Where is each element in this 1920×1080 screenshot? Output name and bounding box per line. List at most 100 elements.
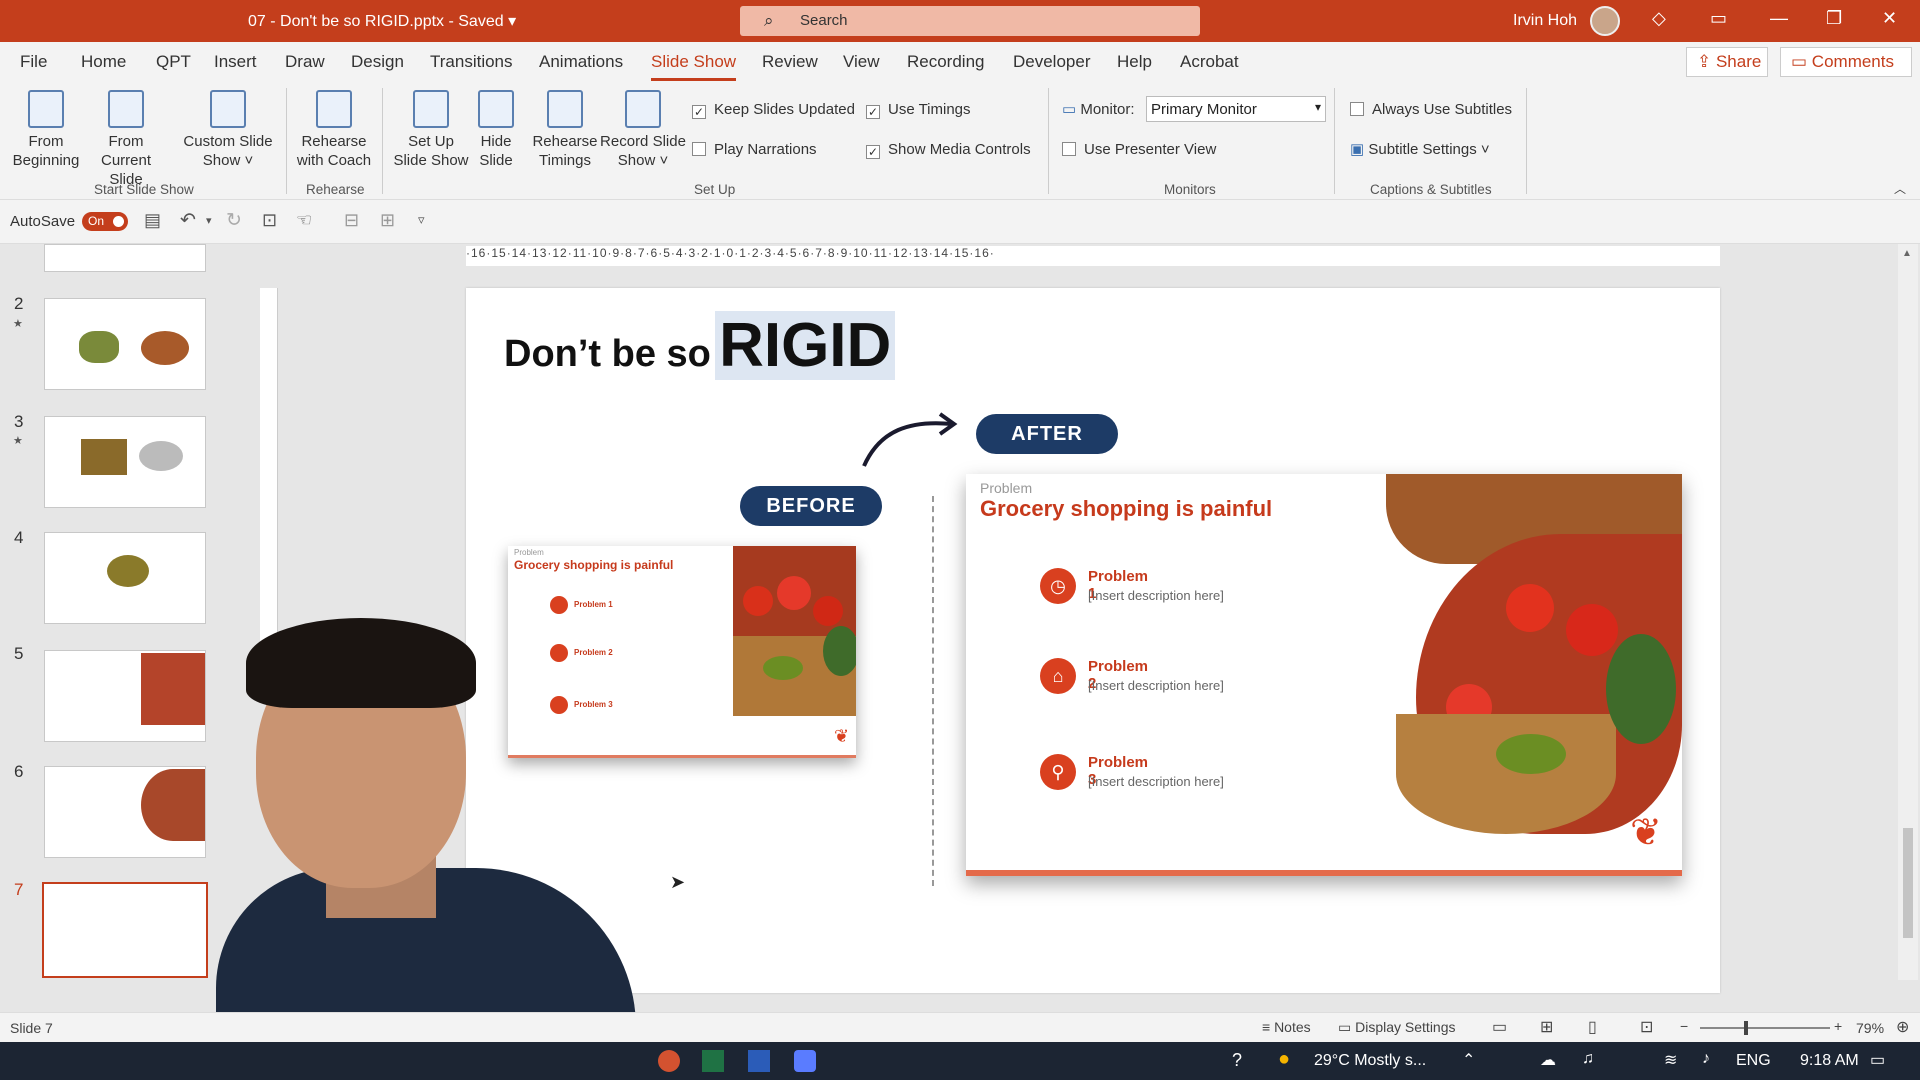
normal-view-icon[interactable]: ▭	[1492, 1017, 1507, 1037]
tab-home[interactable]: Home	[81, 52, 126, 72]
rehearse-timings-button[interactable]: Rehearse Timings	[530, 90, 600, 170]
thumb-shape	[139, 441, 183, 471]
touch-icon[interactable]: ☜	[296, 210, 312, 231]
user-name[interactable]: Irvin Hoh	[1513, 12, 1577, 30]
help-icon[interactable]: ?	[1232, 1050, 1242, 1071]
pepper-shape	[1496, 734, 1566, 774]
save-icon[interactable]: ▤	[144, 210, 161, 231]
setup-show-button[interactable]: Set Up Slide Show	[390, 90, 472, 170]
slide-thumbnail[interactable]	[44, 416, 206, 508]
powerpoint-app-icon[interactable]	[658, 1050, 680, 1072]
from-beginning-button[interactable]: From Beginning	[8, 90, 84, 170]
problem-desc: [Insert description here]	[1088, 588, 1224, 603]
search-box[interactable]: ⌕ Search	[740, 6, 1200, 36]
mic-icon[interactable]: ♫	[1582, 1050, 1594, 1068]
undo-icon[interactable]: ↶	[180, 209, 196, 232]
tab-recording[interactable]: Recording	[907, 52, 985, 72]
notification-icon[interactable]: ▭	[1870, 1050, 1885, 1070]
restore-icon[interactable]: ❐	[1826, 8, 1842, 29]
slide-thumbnail-selected[interactable]	[42, 882, 208, 978]
tab-file[interactable]: File	[20, 52, 47, 72]
zoom-level[interactable]: 79%	[1856, 1020, 1884, 1036]
scroll-thumb[interactable]	[1903, 828, 1913, 938]
tab-draw[interactable]: Draw	[285, 52, 325, 72]
distribute-icon[interactable]: ⊞	[380, 210, 395, 231]
slide-canvas[interactable]: Don’t be so RIGID AFTER BEFORE Problem G…	[466, 288, 1720, 993]
from-current-button[interactable]: From Current Slide	[84, 90, 168, 189]
diamond-icon[interactable]: ◇	[1652, 8, 1666, 29]
volume-icon[interactable]: ♪	[1702, 1050, 1710, 1068]
document-title[interactable]: 07 - Don't be so RIGID.pptx - Saved ▾	[248, 11, 516, 31]
tab-transitions[interactable]: Transitions	[430, 52, 513, 72]
customize-qat-icon[interactable]: ▿	[418, 212, 425, 228]
custom-show-button[interactable]: Custom Slide Show ˅	[180, 90, 276, 170]
setup-show-label: Set Up Slide Show	[393, 133, 469, 169]
cloud-icon[interactable]: ☁	[1540, 1050, 1556, 1070]
slideshow-view-icon[interactable]: ⊡	[1640, 1017, 1653, 1037]
clock-time[interactable]: 9:18 AM	[1800, 1052, 1859, 1070]
zoom-slider[interactable]	[1700, 1021, 1830, 1035]
keep-updated-checkbox[interactable]: ✓ Keep Slides Updated	[692, 101, 855, 119]
tab-acrobat[interactable]: Acrobat	[1180, 52, 1239, 72]
vertical-scrollbar[interactable]: ▲	[1898, 244, 1918, 980]
tab-qpt[interactable]: QPT	[156, 52, 191, 72]
tab-view[interactable]: View	[843, 52, 880, 72]
thumb-food	[107, 555, 149, 587]
tray-expand-icon[interactable]: ⌃	[1462, 1050, 1475, 1070]
close-icon[interactable]: ✕	[1882, 8, 1897, 29]
presenter-view-label: Use Presenter View	[1084, 141, 1217, 158]
always-subtitles-checkbox[interactable]: Always Use Subtitles	[1350, 101, 1512, 118]
use-timings-checkbox[interactable]: ✓ Use Timings	[866, 101, 971, 119]
minimize-icon[interactable]: —	[1770, 8, 1788, 29]
slide-thumbnail[interactable]	[44, 766, 206, 858]
play-narrations-checkbox[interactable]: Play Narrations	[692, 141, 817, 158]
scroll-up-icon[interactable]: ▲	[1902, 248, 1912, 259]
tab-slide-show[interactable]: Slide Show	[651, 52, 737, 81]
presenter-view-checkbox[interactable]: Use Presenter View	[1062, 141, 1216, 158]
app-icon[interactable]	[794, 1050, 816, 1072]
ribbon-display-icon[interactable]: ▭	[1710, 8, 1727, 29]
zoom-out-icon[interactable]: −	[1680, 1018, 1688, 1034]
tab-developer[interactable]: Developer	[1013, 52, 1091, 72]
show-media-checkbox[interactable]: ✓ Show Media Controls	[866, 141, 1031, 159]
wifi-icon[interactable]: ≋	[1664, 1050, 1677, 1070]
tab-help[interactable]: Help	[1117, 52, 1152, 72]
comments-button[interactable]: ▭ Comments	[1780, 47, 1912, 77]
word-app-icon[interactable]	[748, 1050, 770, 1072]
excel-app-icon[interactable]	[702, 1050, 724, 1072]
avatar[interactable]	[1590, 6, 1620, 36]
weather-icon: ●	[1278, 1048, 1291, 1070]
subtitle-settings-button[interactable]: ▣ Subtitle Settings ˅	[1350, 140, 1490, 158]
group-rehearse: Rehearse	[306, 182, 365, 197]
slide-title[interactable]: Don’t be so RIGID	[504, 310, 896, 381]
slide-thumbnail[interactable]	[44, 532, 206, 624]
tab-review[interactable]: Review	[762, 52, 818, 72]
weather-text[interactable]: 29°C Mostly s...	[1314, 1052, 1426, 1070]
autosave-toggle[interactable]: On	[82, 212, 128, 231]
slide-thumbnail[interactable]	[44, 244, 206, 272]
slide-sorter-icon[interactable]: ⊞	[1540, 1017, 1553, 1037]
monitor-select[interactable]: Primary Monitor ▾	[1146, 96, 1326, 122]
record-show-button[interactable]: Record Slide Show ˅	[600, 90, 686, 170]
zoom-in-icon[interactable]: +	[1834, 1018, 1842, 1034]
slide-thumbnail[interactable]	[44, 298, 206, 390]
notes-icon: ≡	[1262, 1019, 1275, 1035]
present-icon[interactable]: ⊡	[262, 210, 277, 231]
chevron-down-icon[interactable]: ▾	[206, 214, 212, 227]
hide-slide-button[interactable]: Hide Slide	[474, 90, 518, 170]
display-settings-button[interactable]: ▭ Display Settings	[1338, 1019, 1456, 1036]
zoom-thumb[interactable]	[1744, 1021, 1748, 1035]
collapse-ribbon-icon[interactable]: ︿	[1894, 180, 1906, 197]
fit-slide-icon[interactable]: ⊕	[1896, 1017, 1909, 1037]
reading-view-icon[interactable]: ▯	[1588, 1017, 1597, 1037]
notes-button[interactable]: ≡ Notes	[1262, 1019, 1311, 1035]
tab-design[interactable]: Design	[351, 52, 404, 72]
slide-thumbnail[interactable]	[44, 650, 206, 742]
tab-animations[interactable]: Animations	[539, 52, 623, 72]
rehearse-coach-button[interactable]: Rehearse with Coach	[292, 90, 376, 170]
tab-insert[interactable]: Insert	[214, 52, 257, 72]
language-indicator[interactable]: ENG	[1736, 1052, 1771, 1070]
align-icon[interactable]: ⊟	[344, 210, 359, 231]
share-button[interactable]: ⇪ Share	[1686, 47, 1768, 77]
redo-icon[interactable]: ↻	[226, 209, 242, 232]
